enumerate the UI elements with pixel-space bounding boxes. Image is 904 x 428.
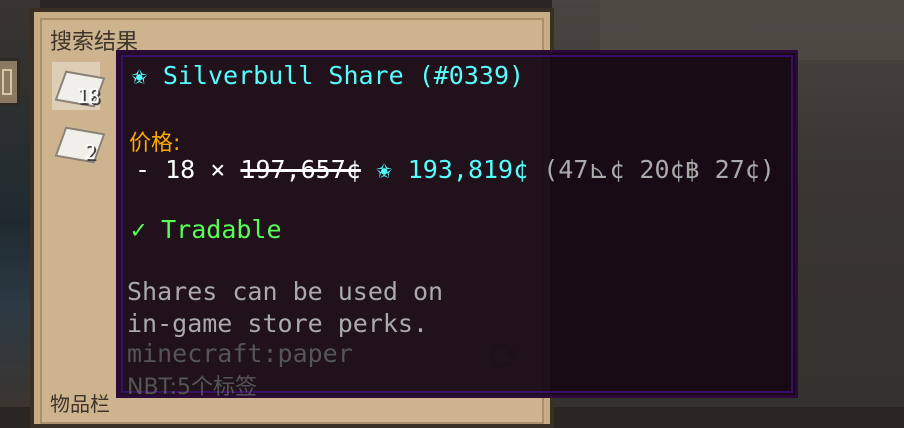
slot-count: 2	[84, 140, 97, 164]
times-sign: ×	[210, 155, 226, 184]
slot-count: 18	[76, 84, 101, 108]
inventory-slot-2[interactable]: 2	[54, 124, 106, 164]
tradable-label: Tradable	[161, 215, 282, 244]
item-name: Silverbull Share (#0339)	[162, 61, 525, 90]
side-tab-icon	[2, 69, 12, 95]
star-icon: ✬	[131, 65, 148, 89]
price-label: 价格:	[129, 131, 181, 156]
price-dash: -	[135, 155, 151, 184]
old-price: 197,657¢	[240, 155, 361, 184]
description-line-1: Shares can be used on	[127, 277, 444, 306]
star-icon: ✬	[375, 159, 393, 183]
tradable-line: ✓ Tradable	[131, 215, 282, 244]
new-price: 193,819¢	[407, 155, 529, 184]
quantity: 18	[165, 155, 196, 184]
inventory-slot-1[interactable]: 18	[54, 68, 106, 108]
item-tooltip: ✬ Silverbull Share (#0339) 价格: - 18 × 19…	[116, 50, 798, 400]
item-id: minecraft:paper	[127, 339, 353, 368]
side-tab-button[interactable]	[0, 58, 20, 106]
description-line-2: in-game store perks.	[127, 309, 429, 338]
check-icon: ✓	[131, 215, 147, 244]
paper-icon	[54, 126, 106, 164]
price-row: - 18 × 197,657¢ ✬ 193,819¢ (47⊾¢ 20¢฿ 27…	[135, 155, 775, 184]
inventory-label: 物品栏	[50, 392, 110, 416]
nbt-info: NBT:5个标签	[127, 375, 257, 400]
item-name-line: ✬ Silverbull Share (#0339)	[131, 61, 524, 90]
price-breakdown: (47⊾¢ 20¢฿ 27¢)	[543, 155, 775, 184]
